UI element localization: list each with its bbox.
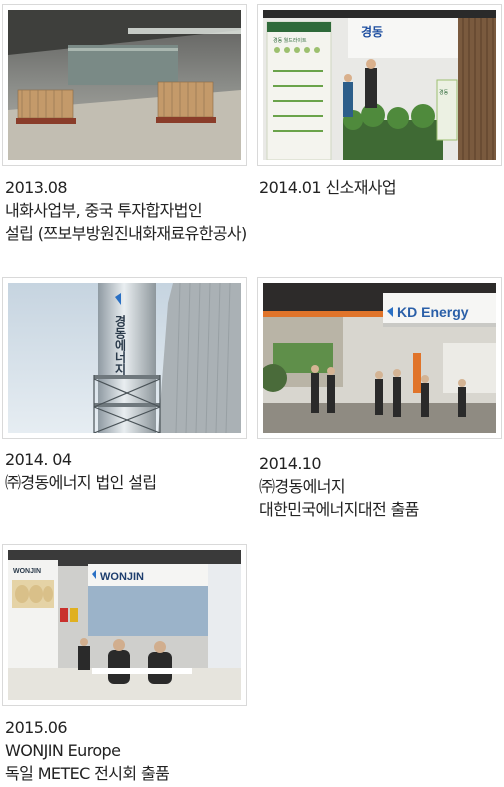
energy-tower-photo: 경동에너지 — [2, 277, 247, 439]
booth-banner-text: 경동 — [439, 89, 449, 96]
timeline-date: 2014.01 신소재사업 — [259, 178, 397, 197]
booth-sign-text: KD Energy — [397, 304, 469, 320]
wonjin-booth-photo: WONJIN WONJIN — [2, 544, 247, 706]
tower-brand-text: 경동에너지 — [113, 315, 127, 376]
timeline-text-line: ㈜경동에너지 — [259, 477, 346, 496]
timeline-text-line: 설립 (쯔보부방원진내화재료유한공사) — [5, 224, 247, 243]
timeline-text-line: ㈜경동에너지 법인 설립 — [5, 473, 157, 492]
timeline-date: 2014. 04 — [5, 450, 72, 469]
timeline-date: 2013.08 — [5, 178, 68, 197]
kiln-factory-photo — [2, 4, 247, 166]
timeline-text-line: 내화사업부, 중국 투자합자법인 — [5, 201, 203, 220]
timeline-date: 2015.06 — [5, 718, 68, 737]
wonjin-banner-text: WONJIN — [13, 568, 41, 575]
timeline-text-line: WONJIN Europe — [5, 741, 121, 760]
exhibition-booth-photo: 경동 경동 월드라이트 경동 — [257, 4, 502, 166]
booth-sign-text: WONJIN — [100, 571, 144, 583]
booth-logo-text: 경동 — [361, 25, 383, 39]
kd-energy-booth-photo: KD Energy — [257, 277, 502, 439]
timeline-text-line: 대한민국에너지대전 출품 — [259, 500, 419, 519]
timeline-date: 2014.10 — [259, 454, 322, 473]
timeline-text-line: 독일 METEC 전시회 출품 — [5, 764, 170, 783]
booth-sign-text: 경동 월드라이트 — [273, 37, 307, 44]
